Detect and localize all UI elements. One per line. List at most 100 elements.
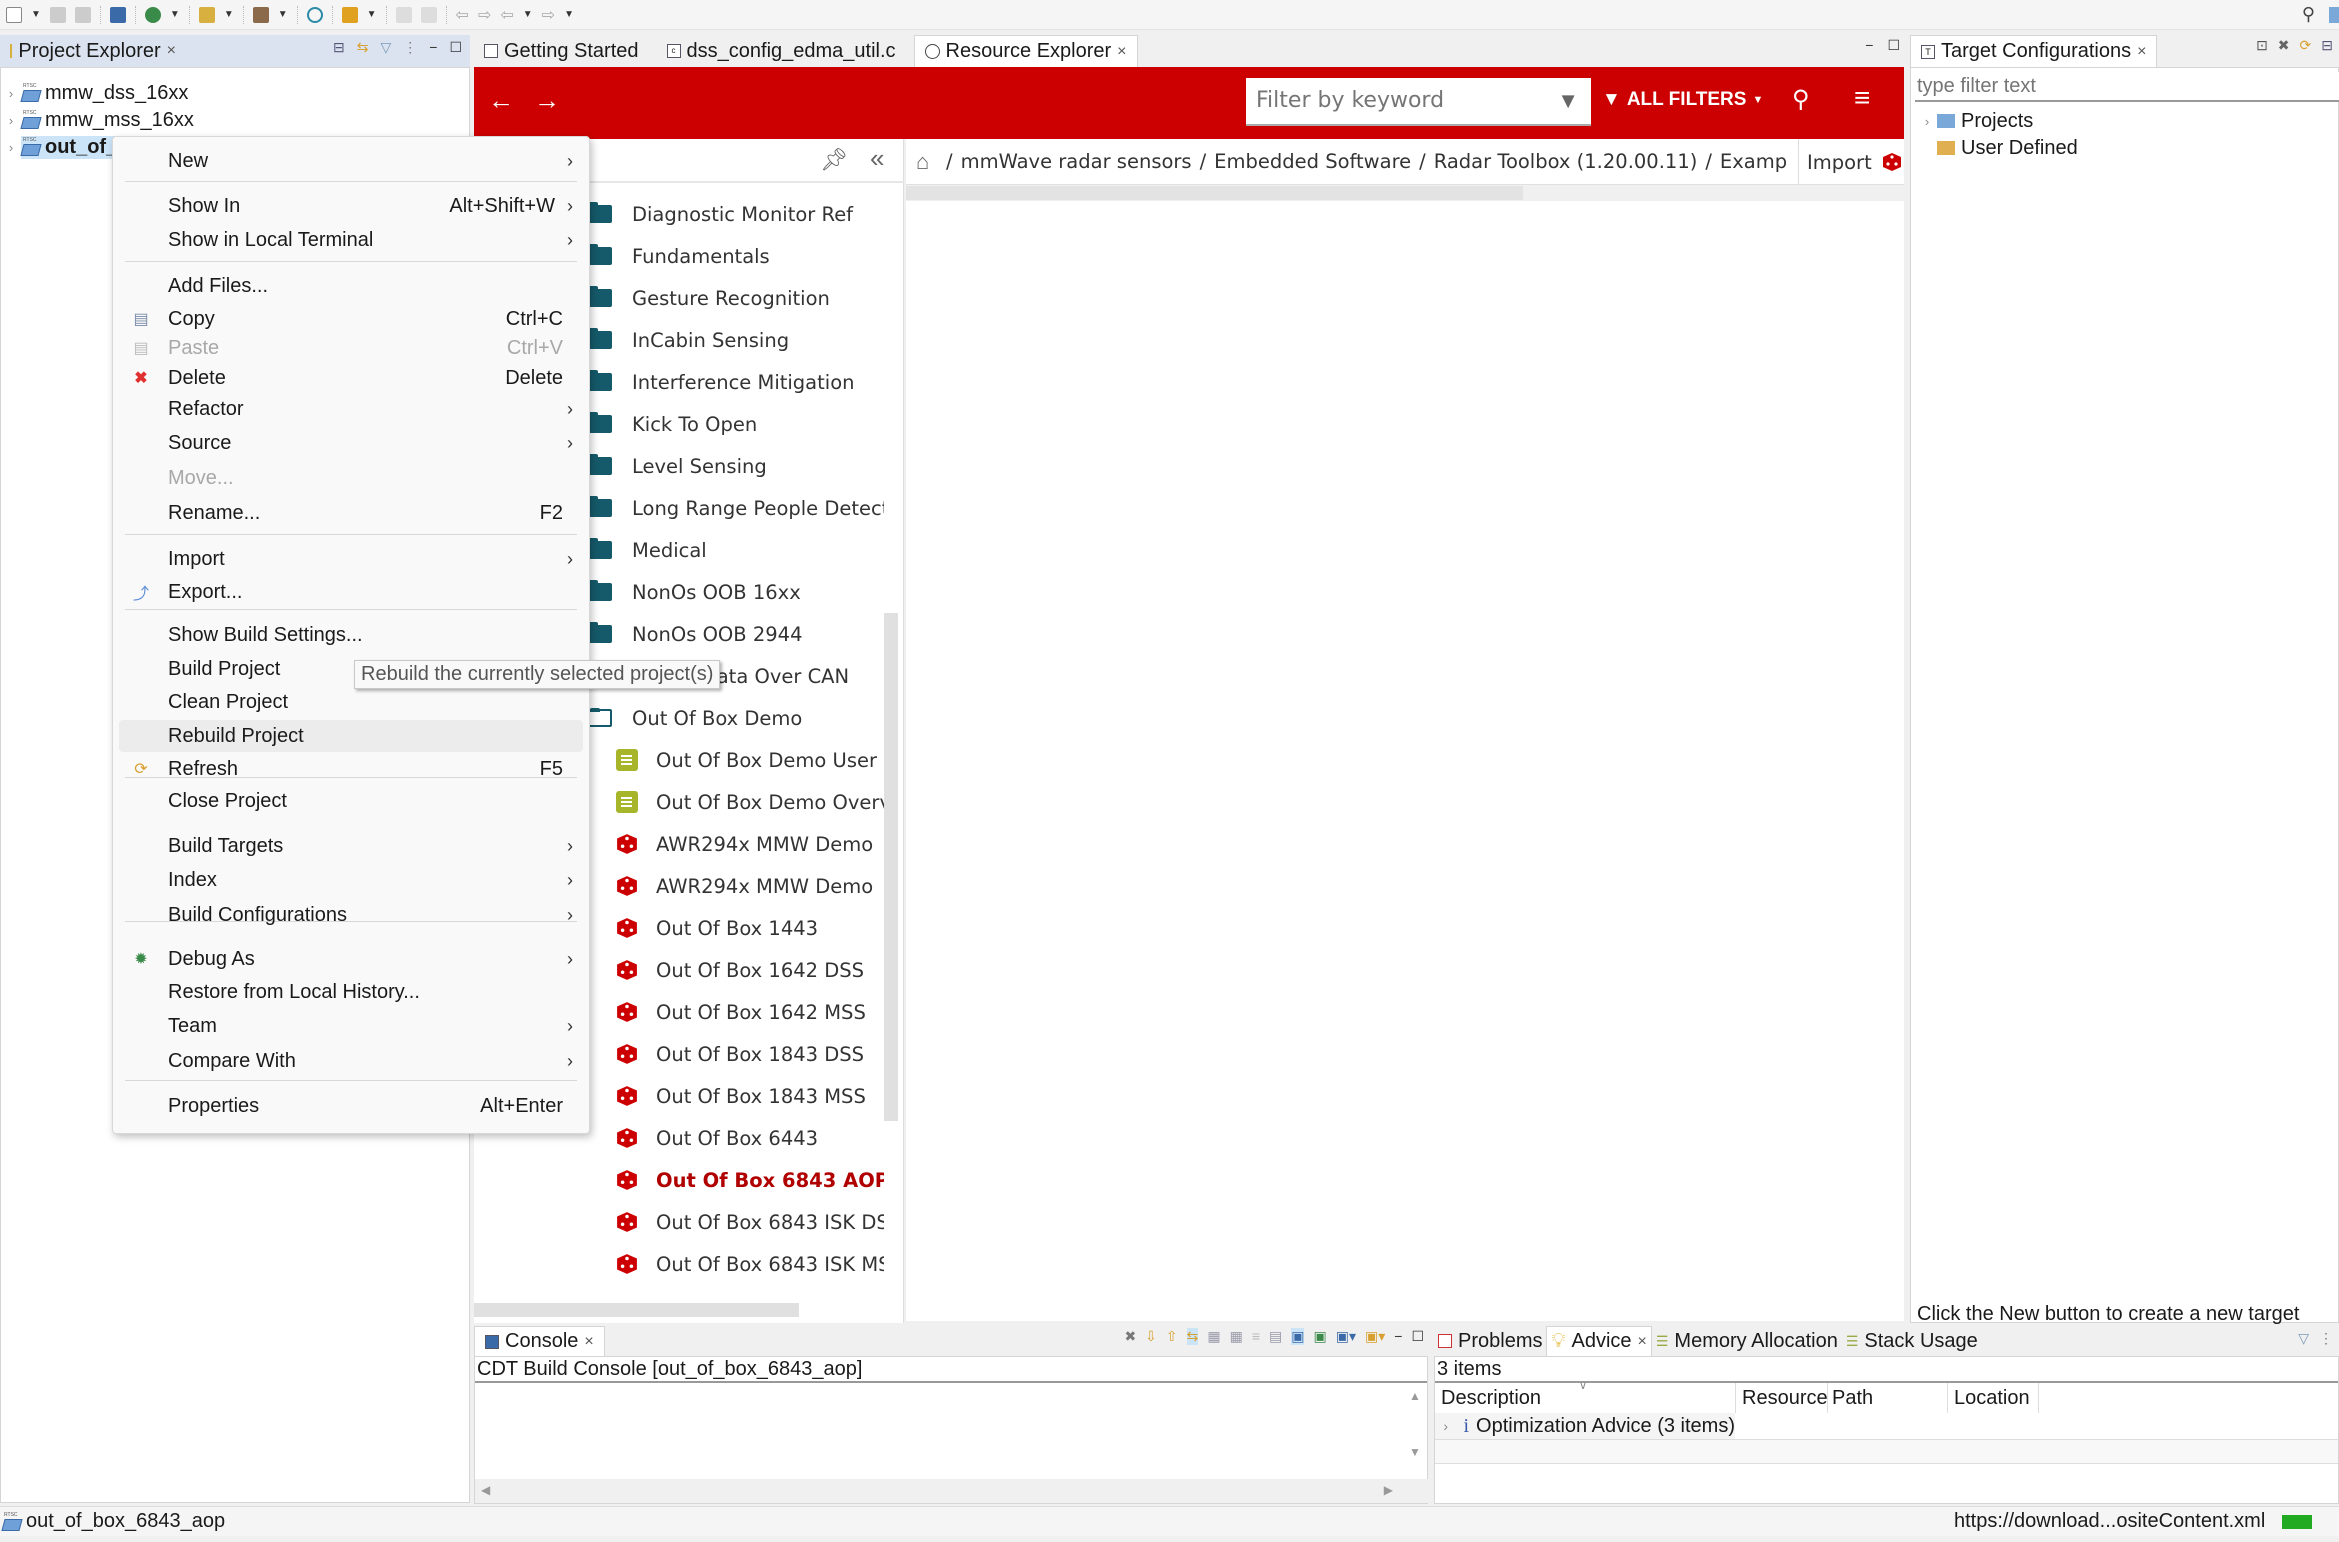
view-menu-icon[interactable]: ⋮ — [403, 39, 417, 56]
pin-icon[interactable]: 📌︎ — [820, 147, 848, 173]
tab-memory-allocation[interactable]: ☰ Memory Allocation — [1652, 1326, 1842, 1356]
debug-icon[interactable] — [144, 6, 161, 23]
menu-item-properties[interactable]: Properties Alt+Enter — [113, 1090, 589, 1122]
clear-console-icon[interactable]: ✖ — [1124, 1328, 1136, 1345]
menu-item-rename[interactable]: Rename... F2 — [113, 497, 589, 529]
display-console-icon[interactable]: ▣▾ — [1336, 1328, 1356, 1345]
tree-h-scrollbar[interactable] — [474, 1303, 799, 1317]
terminal-icon[interactable] — [109, 6, 126, 23]
maximize-icon[interactable]: ☐ — [1887, 37, 1900, 54]
content-h-scrollbar[interactable] — [906, 186, 1523, 200]
tab-target-configurations[interactable]: T Target Configurations × — [1910, 35, 2158, 67]
perspective-icon[interactable] — [2329, 6, 2339, 23]
project-item[interactable]: ›mmw_dss_16xx — [1, 80, 189, 106]
menu-item-show-build-settings[interactable]: Show Build Settings... — [113, 619, 589, 651]
tab-resource-explorer[interactable]: Resource Explorer × — [913, 35, 1138, 67]
menu-item-compare-with[interactable]: Compare With › — [113, 1045, 589, 1077]
search-icon[interactable]: ⚲ — [2302, 4, 2315, 25]
filter-keyword-field[interactable] — [1246, 78, 1526, 122]
collapse-all-icon[interactable]: ⊟ — [333, 39, 345, 56]
forward-icon[interactable]: ⇨ — [542, 5, 555, 25]
list-icon[interactable] — [420, 6, 437, 23]
tab-problems[interactable]: Problems — [1434, 1326, 1546, 1356]
forward-dropdown[interactable]: ▼ — [564, 9, 574, 20]
menu-item-source[interactable]: Source › — [113, 427, 589, 459]
forward-edit-icon[interactable]: ⇨ — [478, 5, 491, 25]
filter-icon[interactable]: ▽ — [380, 39, 391, 56]
console-h-scrollbar[interactable]: ◀ ▶ — [475, 1479, 1429, 1503]
menu-item-index[interactable]: Index › — [113, 864, 589, 896]
minimize-icon[interactable]: − — [429, 39, 437, 56]
column-header[interactable]: Location — [1947, 1383, 2039, 1413]
link-editor-icon[interactable]: ⇆ — [357, 39, 369, 56]
target-filter-input[interactable] — [1915, 72, 2339, 102]
breadcrumb-item[interactable]: Radar Toolbox (1.20.00.11) — [1434, 150, 1698, 173]
menu-item-export[interactable]: ⤴ Export... — [113, 576, 589, 608]
breadcrumb-item[interactable]: Embedded Software — [1214, 150, 1411, 173]
menu-item-paste[interactable]: ▤ Paste Ctrl+V — [113, 332, 589, 364]
tab-project-explorer[interactable]: Project Explorer × — [0, 35, 186, 67]
maximize-icon[interactable]: ☐ — [449, 39, 462, 56]
menu-item-build-targets[interactable]: Build Targets › — [113, 830, 589, 862]
save-all-icon[interactable] — [74, 6, 91, 23]
console-v-scrollbar[interactable]: ▲ ▼ — [1409, 1389, 1423, 1479]
project-item[interactable]: ›mmw_mss_16xx — [1, 107, 194, 133]
menu-item-clean-project[interactable]: Clean Project — [113, 686, 589, 718]
import-button[interactable]: Import — [1798, 139, 1904, 185]
refresh-icon[interactable]: ⟳ — [2300, 37, 2312, 54]
menu-item-debug-as[interactable]: ✹ Debug As › — [113, 943, 589, 975]
forward-arrow-icon[interactable]: → — [534, 85, 560, 116]
back-dropdown[interactable]: ▼ — [523, 9, 533, 20]
align-icon[interactable]: ≡ — [1252, 1328, 1260, 1345]
tab-console[interactable]: Console × — [474, 1326, 605, 1356]
home-icon[interactable]: ⌂ — [916, 149, 929, 175]
filter-keyword-input[interactable]: ▼ — [1246, 78, 1591, 126]
tab-stack-usage[interactable]: ☰ Stack Usage — [1842, 1326, 1982, 1356]
menu-item-add-files[interactable]: Add Files... — [113, 270, 589, 302]
menu-item-import[interactable]: Import › — [113, 543, 589, 575]
hamburger-menu-icon[interactable]: ≡ — [1854, 82, 1870, 114]
back-icon[interactable]: ⇦ — [500, 5, 513, 25]
new-dropdown[interactable]: ▼ — [31, 9, 41, 20]
close-icon[interactable]: × — [584, 1333, 593, 1351]
flash-dropdown[interactable]: ▼ — [224, 9, 234, 20]
delete-icon[interactable]: ✖ — [2278, 37, 2290, 54]
remove-launch-icon[interactable]: ▤ — [1269, 1328, 1282, 1345]
menu-item-move[interactable]: Move... — [113, 462, 589, 494]
scroll-lock-icon[interactable]: ⇆ — [1186, 1328, 1199, 1345]
progress-indicator[interactable] — [2282, 1515, 2312, 1529]
pen-dropdown[interactable]: ▼ — [367, 9, 377, 20]
flash-icon[interactable] — [198, 6, 215, 23]
funnel-icon[interactable]: ▼ — [1557, 88, 1579, 114]
menu-item-show-in[interactable]: Show In Alt+Shift+W › — [113, 190, 589, 222]
target-tree-item[interactable]: › Projects — [1917, 108, 2033, 134]
column-header[interactable]: Resource — [1735, 1383, 1828, 1413]
expand-icon[interactable]: › — [1, 86, 21, 101]
pen-icon[interactable] — [341, 6, 358, 23]
menu-item-new[interactable]: New › — [113, 145, 589, 177]
target-tree-item[interactable]: User Defined — [1937, 135, 2078, 161]
expand-icon[interactable]: › — [1435, 1413, 1456, 1439]
new-icon[interactable] — [6, 6, 22, 23]
expand-icon[interactable]: › — [1, 113, 21, 128]
annotation-icon[interactable] — [395, 6, 412, 23]
build-dropdown[interactable]: ▼ — [278, 9, 288, 20]
collapse-pane-icon[interactable]: « — [870, 143, 884, 174]
pin-console-icon[interactable]: ▣ — [1291, 1328, 1305, 1345]
tree-item[interactable]: Out Of Box 6843 AOP — [474, 1165, 884, 1195]
scroll-down-icon[interactable]: ⇩ — [1145, 1328, 1157, 1345]
search-icon[interactable]: ⚲ — [1792, 85, 1810, 114]
filter-icon[interactable]: ▽ — [2298, 1330, 2309, 1347]
all-filters-button[interactable]: ▼ ALL FILTERS ▼ — [1602, 89, 1763, 111]
back-arrow-icon[interactable]: ← — [488, 85, 514, 116]
menu-item-build-configurations[interactable]: Build Configurations › — [113, 899, 589, 931]
view-menu-icon[interactable]: ⋮ — [2319, 1330, 2333, 1347]
tab-getting-started[interactable]: Getting Started — [474, 35, 649, 67]
menu-item-rebuild-project[interactable]: Rebuild Project — [119, 720, 583, 752]
menu-item-refresh[interactable]: ⟳ Refresh F5 — [113, 753, 589, 785]
menu-item-copy[interactable]: ▤ Copy Ctrl+C — [113, 303, 589, 335]
breadcrumb-item[interactable]: Example Projects — [1720, 150, 1786, 173]
search-project-icon[interactable] — [306, 6, 323, 23]
menu-item-restore-from-local-history[interactable]: Restore from Local History... — [113, 976, 589, 1008]
new-target-config-icon[interactable]: ⊡ — [2256, 37, 2268, 54]
